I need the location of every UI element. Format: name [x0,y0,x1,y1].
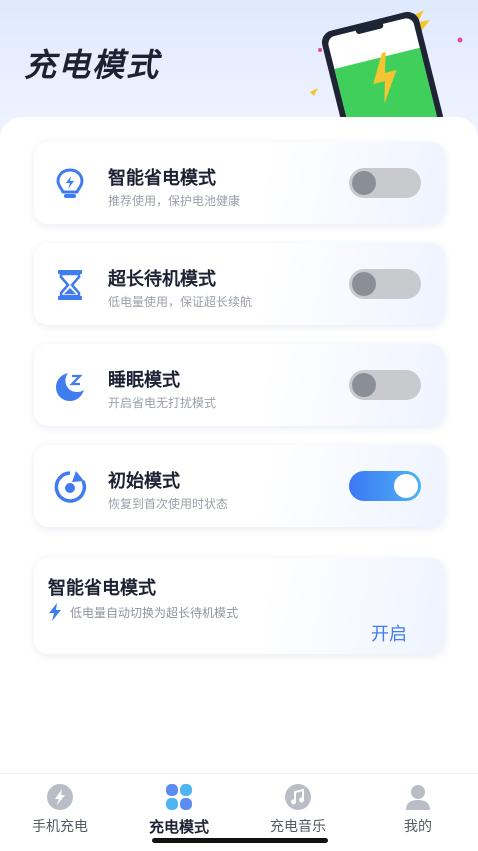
charging-phone-illustration [310,10,463,130]
long-standby-toggle[interactable] [349,269,421,299]
toggle-knob [352,272,376,296]
smart-card-description: 低电量自动切换为超长待机模式 [70,606,239,620]
home-indicator[interactable] [152,838,328,843]
mode-subtitle: 推荐使用，保护电池健康 [108,194,241,208]
page-title: 充电模式 [24,46,161,84]
bolt-icon [49,603,61,621]
tab-label: 充电模式 [148,818,209,836]
toggle-knob [352,171,376,195]
mode-title: 初始模式 [108,471,180,492]
mode-title: 超长待机模式 [108,269,216,290]
tab-label: 充电音乐 [270,819,326,835]
bolt-circle-icon [47,784,73,810]
tab-label: 我的 [404,819,432,835]
smart-saving-toggle[interactable] [349,168,421,198]
mode-subtitle: 开启省电无打扰模式 [108,396,217,410]
enable-button[interactable]: 开启 [371,620,407,646]
grid-icon [166,784,192,810]
mode-card-long-standby[interactable]: 超长待机模式 低电量使用，保证超长续航 [34,243,445,325]
moon-sleep-icon [56,373,84,401]
tab-phone-charging[interactable]: 手机充电 [5,782,115,836]
tab-mine[interactable]: 我的 [363,782,473,836]
sleep-mode-toggle[interactable] [349,370,421,400]
tab-charging-music[interactable]: 充电音乐 [243,782,353,836]
mode-card-smart-saving[interactable]: 智能省电模式 推荐使用，保护电池健康 [34,142,445,224]
mode-title: 智能省电模式 [108,168,216,189]
mode-subtitle: 低电量使用，保证超长续航 [108,295,253,309]
mode-card-initial[interactable]: 初始模式 恢复到首次使用时状态 [34,445,445,527]
mode-card-sleep[interactable]: 睡眠模式 开启省电无打扰模式 [34,344,445,426]
lightbulb-icon [56,168,84,198]
toggle-knob [394,474,418,498]
mode-title: 睡眠模式 [108,370,180,391]
initial-mode-toggle[interactable] [349,471,421,501]
hourglass-icon [58,270,82,300]
smart-card-title: 智能省电模式 [48,578,156,599]
music-note-icon [285,784,311,810]
tab-label: 手机充电 [32,819,88,835]
toggle-knob [352,373,376,397]
tab-charging-mode[interactable]: 充电模式 [124,782,234,837]
smart-saving-card: 智能省电模式 低电量自动切换为超长待机模式 开启 [34,558,445,654]
mode-subtitle: 恢复到首次使用时状态 [108,497,229,511]
restore-icon [54,471,87,503]
user-icon [406,785,430,810]
